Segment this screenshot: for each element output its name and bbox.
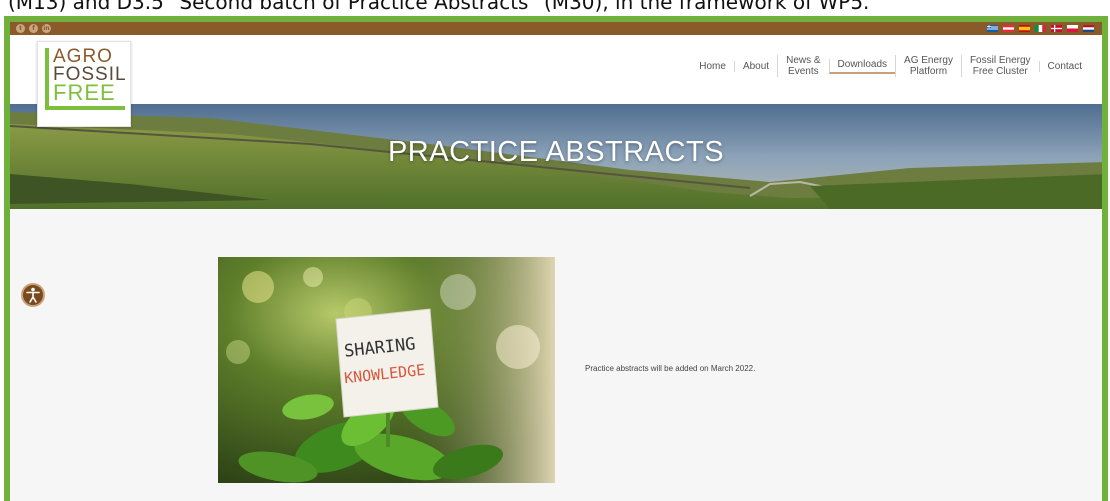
hero-banner: PRACTICE ABSTRACTS bbox=[10, 104, 1102, 209]
nav-item-contact[interactable]: Contact bbox=[1038, 60, 1090, 72]
nav-item-news-events[interactable]: News & Events bbox=[777, 55, 828, 77]
flag-nl-icon[interactable] bbox=[1083, 25, 1094, 32]
browser-screenshot-frame: t f in AGRO FOSSIL FREE Home About News … bbox=[4, 16, 1108, 501]
page-title: PRACTICE ABSTRACTS bbox=[387, 136, 725, 168]
flag-gr-icon[interactable] bbox=[987, 25, 998, 32]
linkedin-icon[interactable]: in bbox=[42, 24, 51, 33]
social-links: t f in bbox=[16, 24, 51, 33]
twitter-icon[interactable]: t bbox=[16, 24, 25, 33]
site-header: AGRO FOSSIL FREE Home About News & Event… bbox=[10, 35, 1102, 127]
nav-item-about[interactable]: About bbox=[733, 60, 777, 72]
top-bar: t f in bbox=[10, 22, 1102, 35]
accessibility-icon bbox=[26, 287, 40, 303]
logo-text-line3: FREE bbox=[53, 80, 116, 105]
flag-at-icon[interactable] bbox=[1003, 25, 1014, 32]
logo-mark: AGRO FOSSIL FREE bbox=[45, 47, 126, 110]
practice-abstracts-notice: Practice abstracts will be added on Marc… bbox=[585, 364, 756, 373]
nav-item-home[interactable]: Home bbox=[691, 61, 734, 72]
flag-es-icon[interactable] bbox=[1019, 25, 1030, 32]
nav-item-ag-energy-platform[interactable]: AG Energy Platform bbox=[895, 55, 961, 77]
nav-item-fossil-energy-free-cluster[interactable]: Fossil Energy Free Cluster bbox=[960, 55, 1039, 77]
accessibility-button[interactable] bbox=[21, 283, 45, 307]
flag-dk-icon[interactable] bbox=[1051, 25, 1062, 32]
flag-pl-icon[interactable] bbox=[1067, 25, 1078, 32]
main-navigation: Home About News & Events Downloads AG En… bbox=[691, 55, 1090, 77]
language-selector bbox=[987, 25, 1094, 32]
document-caption: (M13) and D3.5 "Second batch of Practice… bbox=[8, 0, 870, 14]
nav-item-downloads[interactable]: Downloads bbox=[828, 58, 896, 74]
agrofossilfree-logo[interactable]: AGRO FOSSIL FREE bbox=[37, 41, 131, 127]
flag-it-icon[interactable] bbox=[1035, 25, 1046, 32]
facebook-icon[interactable]: f bbox=[29, 24, 38, 33]
